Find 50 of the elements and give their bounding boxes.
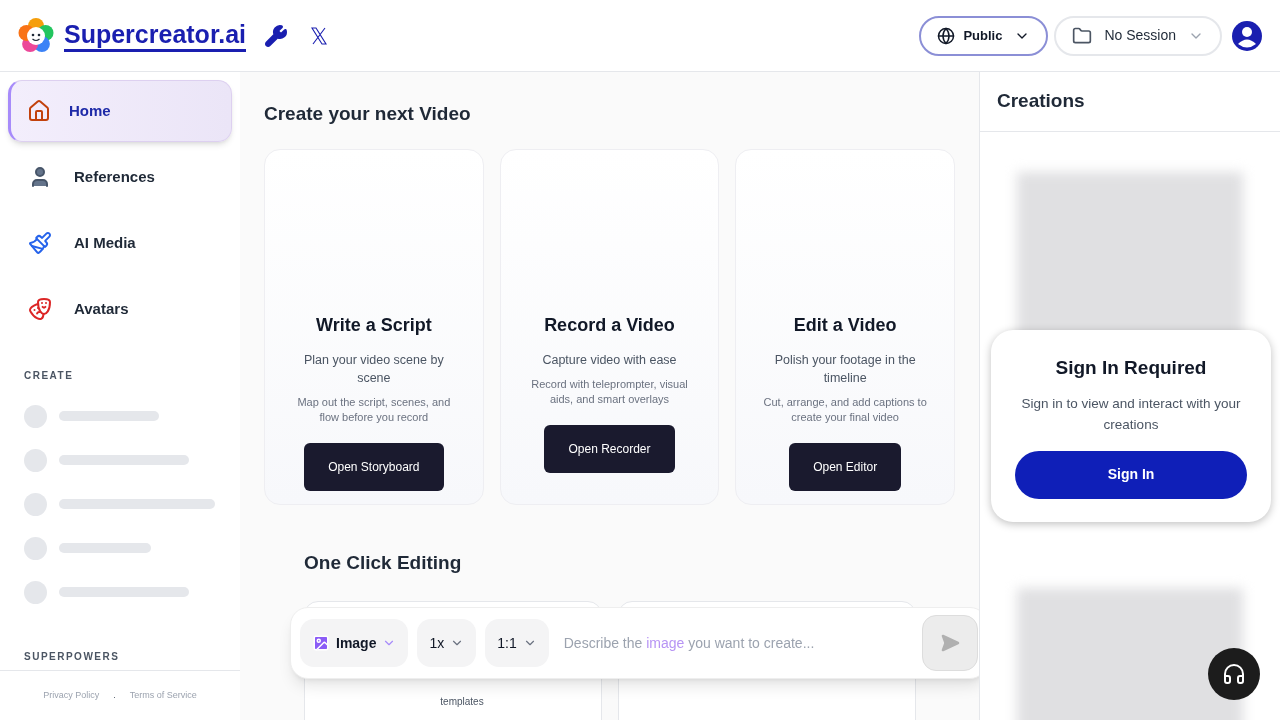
wrench-icon[interactable] xyxy=(264,23,289,48)
section-heading: CREATE xyxy=(24,369,75,383)
card-subtitle: Plan your video scene by scene xyxy=(303,351,445,387)
house-icon xyxy=(27,99,51,123)
mode-dropdown[interactable]: Image xyxy=(300,619,409,667)
nav-item[interactable]: Avatars xyxy=(8,278,232,340)
session-dropdown[interactable]: No Session xyxy=(1054,15,1222,56)
skeleton-avatar xyxy=(24,404,47,428)
headset-icon xyxy=(1222,662,1246,686)
section-title: Create your next Video xyxy=(264,102,472,126)
skeleton-avatar xyxy=(24,536,47,560)
open-button[interactable]: Open Recorder xyxy=(544,424,675,473)
image-icon xyxy=(312,634,330,652)
section-heading: SUPERPOWERS xyxy=(24,650,121,664)
brand-link[interactable]: Supercreator.ai xyxy=(64,19,247,52)
paintbrush-icon xyxy=(28,231,52,255)
card-description: Cut, arrange, and add captions to create your final video xyxy=(762,394,928,425)
nav-item[interactable]: AI Media xyxy=(8,212,232,274)
card-description: Record with teleprompter, visual aids, and smart overlays xyxy=(530,376,689,407)
flower-logo-icon xyxy=(18,17,54,54)
card-title: Edit a Video xyxy=(793,313,897,337)
card-subtitle: Polish your footage in the timeline xyxy=(773,351,917,387)
x-logo-icon[interactable] xyxy=(310,26,329,45)
card-description: Map out the script, scenes, and flow before you record xyxy=(296,394,452,425)
count-dropdown[interactable]: 1x xyxy=(417,619,477,667)
support-button[interactable] xyxy=(1208,648,1260,700)
globe-icon xyxy=(937,26,956,45)
panel-title: Creations xyxy=(997,89,1085,114)
sign-in-message: Sign in to view and interact with your creations xyxy=(1020,394,1242,434)
card-title: Record a Video xyxy=(544,313,675,337)
visibility-dropdown[interactable]: Public xyxy=(919,15,1049,56)
skeleton-avatar xyxy=(24,580,47,604)
sign-in-button[interactable]: Sign In xyxy=(1015,450,1247,499)
separator: . xyxy=(113,688,116,702)
folder-icon xyxy=(1072,25,1093,46)
nav-item[interactable]: References xyxy=(8,146,232,208)
open-button[interactable]: Open Storyboard xyxy=(304,442,444,491)
ratio-dropdown[interactable]: 1:1 xyxy=(485,619,549,667)
sign-in-title: Sign In Required xyxy=(1055,356,1207,380)
section-title: One Click Editing xyxy=(304,550,463,575)
send-icon xyxy=(940,633,960,653)
open-button[interactable]: Open Editor xyxy=(789,442,902,491)
skeleton-avatar xyxy=(24,492,47,516)
card-description: templates xyxy=(440,695,484,709)
card-title: Write a Script xyxy=(315,313,432,337)
card-subtitle: Capture video with ease xyxy=(542,351,677,369)
skeleton-avatar xyxy=(24,448,47,472)
nav-item[interactable]: Home xyxy=(8,80,232,142)
user-avatar-icon[interactable] xyxy=(1232,20,1262,51)
masks-icon xyxy=(28,297,52,321)
